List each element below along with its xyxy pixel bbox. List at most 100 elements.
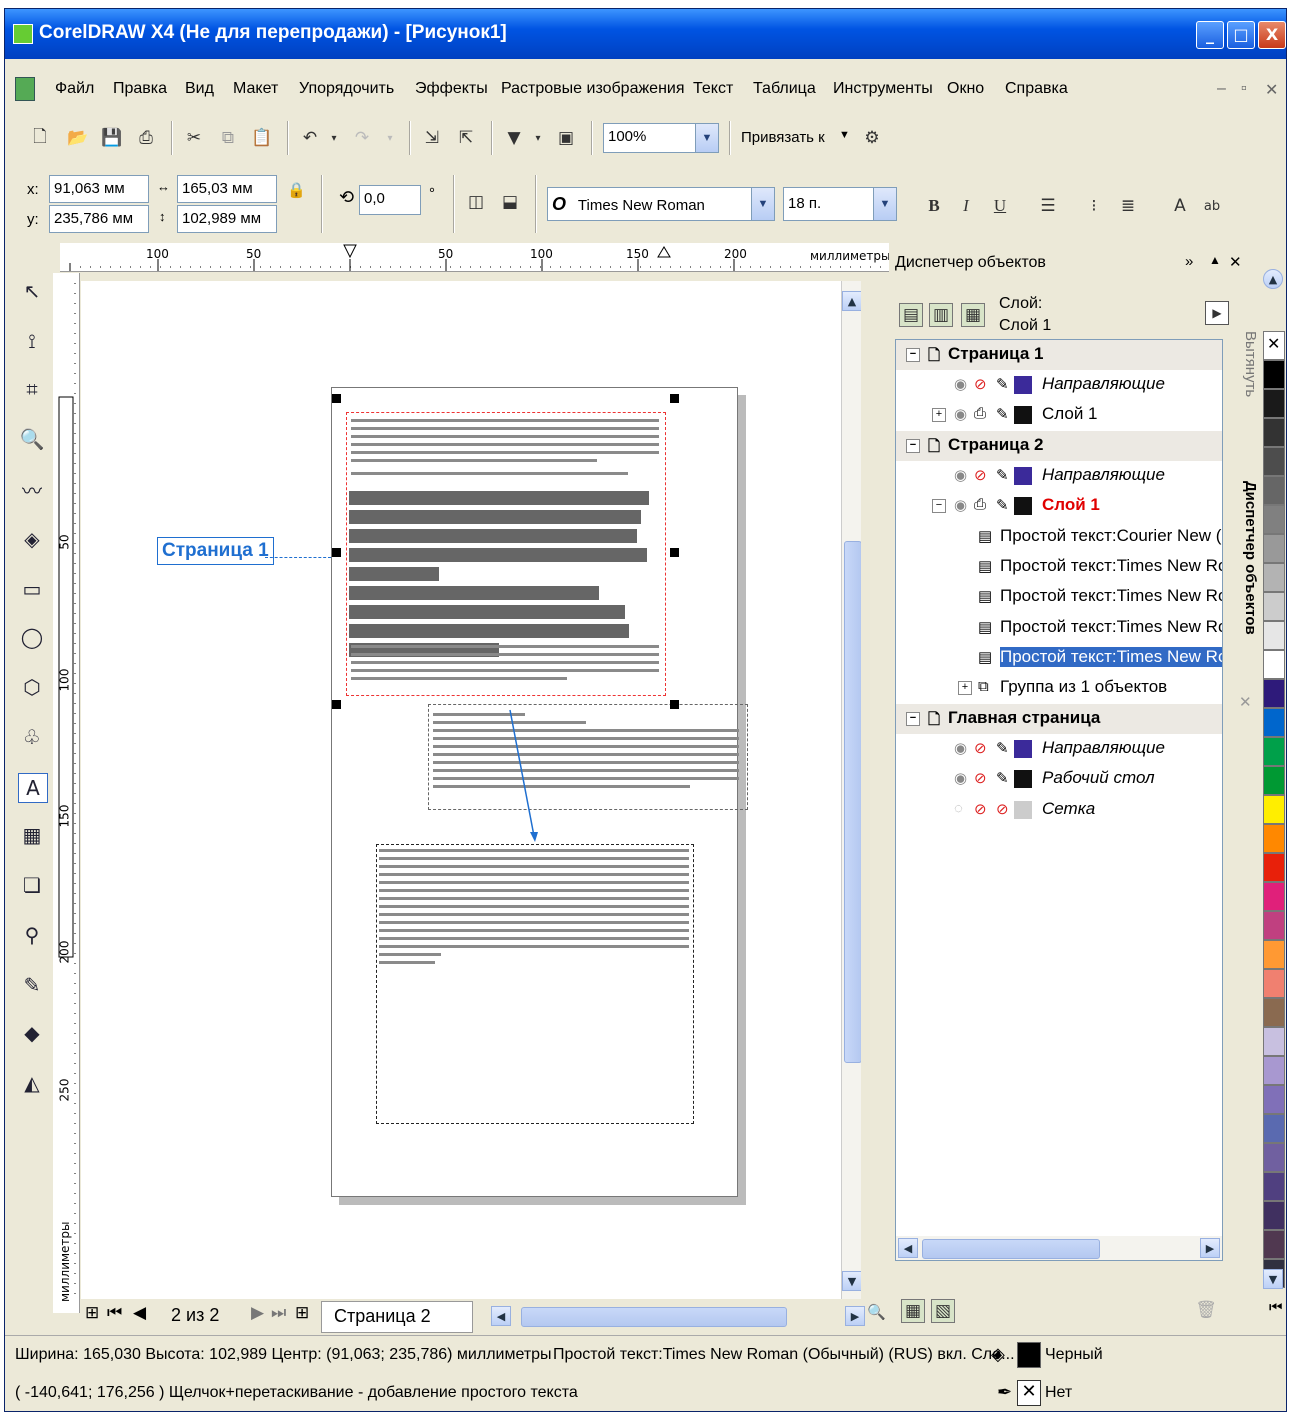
ellipse-tool-icon[interactable]: ◯ <box>18 623 46 651</box>
font-family-select[interactable]: O Times New Roman ▼ <box>547 187 775 221</box>
height-input[interactable]: 102,989 мм <box>177 205 277 233</box>
lock-ratio-icon[interactable]: 🔒 <box>287 181 306 199</box>
add-page-after-icon[interactable]: ⊞ <box>295 1303 309 1323</box>
menu-arrange[interactable]: Упорядочить <box>299 80 394 98</box>
font-size-select[interactable]: 18 п. ▼ <box>783 187 897 221</box>
tree-layer-guides-2[interactable]: ◉ ⊘ ✎ Направляющие <box>896 461 1222 491</box>
minimize-button[interactable]: _ <box>1196 21 1224 49</box>
palette-color-swatch[interactable] <box>1263 592 1285 621</box>
eyedropper-icon[interactable]: ⚲ <box>18 921 46 949</box>
printer-icon[interactable]: ⎙ <box>974 405 986 422</box>
menu-help[interactable]: Справка <box>1005 80 1068 98</box>
docker-close-icon[interactable]: ✕ <box>1229 253 1242 271</box>
zoom-select[interactable]: 100% ▼ <box>603 123 719 153</box>
undo-dropdown-icon[interactable]: ▾ <box>323 127 345 149</box>
palette-color-swatch[interactable] <box>1263 447 1285 476</box>
menu-bitmaps[interactable]: Растровые изображения <box>501 80 685 98</box>
paste-icon[interactable]: 📋 <box>251 127 273 149</box>
docker-menu-icon[interactable]: ▶ <box>1205 301 1229 325</box>
eye-icon[interactable]: ◉ <box>954 769 967 787</box>
polygon-tool-icon[interactable]: ⬡ <box>18 673 46 701</box>
printer-icon[interactable]: ⎙ <box>974 496 986 513</box>
interactive-fill-icon[interactable]: ◭ <box>18 1069 46 1097</box>
palette-scroll-down-icon[interactable]: ▼ <box>1263 1269 1283 1289</box>
delete-icon[interactable]: 🗑 <box>1195 1299 1217 1321</box>
expand-icon[interactable]: + <box>958 681 972 695</box>
pick-tool-icon[interactable]: ↖ <box>18 277 46 305</box>
palette-color-swatch[interactable] <box>1263 882 1285 911</box>
scroll-thumb[interactable] <box>844 541 861 1063</box>
palette-color-swatch[interactable] <box>1263 998 1285 1027</box>
no-print-icon[interactable]: ⊘ <box>974 800 987 818</box>
collapse-icon[interactable]: − <box>932 499 946 513</box>
palette-color-swatch[interactable] <box>1263 766 1285 795</box>
docker-expand-icon[interactable]: » <box>1185 253 1193 270</box>
layer-manager-view-icon[interactable]: ▦ <box>961 303 985 327</box>
tree-master-page[interactable]: − 🗋 Главная страница <box>896 704 1222 734</box>
palette-color-swatch[interactable] <box>1263 1114 1285 1143</box>
tree-object[interactable]: ▤ Простой текст:Times New Roman <box>896 613 1222 643</box>
application-launcher-icon[interactable]: ▼ <box>503 127 525 149</box>
chevron-down-icon[interactable]: ▼ <box>695 124 718 152</box>
menu-table[interactable]: Таблица <box>753 80 816 98</box>
menu-window[interactable]: Окно <box>947 80 984 98</box>
tree-object[interactable]: ▤ Простой текст:Courier New (Обы <box>896 522 1222 552</box>
palette-color-swatch[interactable] <box>1263 1056 1285 1085</box>
palette-color-swatch[interactable] <box>1263 621 1285 650</box>
vertical-scrollbar[interactable]: ▲ ▼ <box>841 281 861 1299</box>
close-button[interactable]: X <box>1258 21 1286 49</box>
menu-edit[interactable]: Правка <box>113 80 167 98</box>
fill-tool-icon[interactable]: ◆ <box>18 1019 46 1047</box>
smart-fill-icon[interactable]: ◈ <box>18 525 46 553</box>
edit-across-layers-icon[interactable]: ▥ <box>929 303 953 327</box>
first-page-icon[interactable]: ⏮ <box>107 1303 122 1323</box>
bold-icon[interactable]: B <box>923 195 945 217</box>
eye-off-icon[interactable]: ◌ <box>954 800 963 817</box>
menu-effects[interactable]: Эффекты <box>415 80 488 98</box>
crop-tool-icon[interactable]: ⌗ <box>18 375 46 403</box>
undo-icon[interactable]: ↶ <box>299 127 321 149</box>
palette-color-swatch[interactable] <box>1263 360 1285 389</box>
snap-to-label[interactable]: Привязать к <box>741 129 825 146</box>
page[interactable] <box>331 387 748 1197</box>
tree-layer-1-p2-active[interactable]: − ◉ ⎙ ✎ Слой 1 <box>896 491 1222 521</box>
palette-scroll-up-icon[interactable]: ▲ <box>1263 269 1283 289</box>
scroll-down-icon[interactable]: ▼ <box>842 1271 861 1291</box>
chevron-down-icon[interactable]: ▼ <box>751 188 774 220</box>
palette-color-swatch[interactable] <box>1263 708 1285 737</box>
freehand-tool-icon[interactable]: 〰 <box>18 475 46 503</box>
menu-view[interactable]: Вид <box>185 80 214 98</box>
maximize-button[interactable]: □ <box>1227 21 1255 49</box>
interactive-blend-icon[interactable]: ❏ <box>18 871 46 899</box>
pencil-icon[interactable]: ✎ <box>996 739 1009 757</box>
eye-icon[interactable]: ◉ <box>954 405 967 423</box>
palette-color-swatch[interactable] <box>1263 940 1285 969</box>
width-input[interactable]: 165,03 мм <box>177 175 277 203</box>
scroll-left-icon[interactable]: ◀ <box>491 1306 511 1326</box>
next-page-icon[interactable]: ▶ <box>251 1303 264 1323</box>
scroll-right-icon[interactable]: ▶ <box>1200 1238 1220 1258</box>
tree-grid[interactable]: ◌ ⊘ ⊘ Сетка <box>896 795 1222 825</box>
shape-tool-icon[interactable]: ⟟ <box>18 327 46 355</box>
tree-master-guides[interactable]: ◉ ⊘ ✎ Направляющие <box>896 734 1222 764</box>
zoom-tool-icon[interactable]: 🔍 <box>18 425 46 453</box>
menu-layout[interactable]: Макет <box>233 80 278 98</box>
underline-icon[interactable]: U <box>989 195 1011 217</box>
eye-icon[interactable]: ◉ <box>954 466 967 484</box>
tab-close-icon[interactable]: ✕ <box>1239 693 1252 711</box>
text-frame-main[interactable] <box>346 412 666 696</box>
tree-h-scrollbar[interactable]: ◀ ▶ <box>896 1236 1222 1260</box>
selection-handle[interactable] <box>332 394 341 403</box>
pencil-icon[interactable]: ✎ <box>996 769 1009 787</box>
palette-color-swatch[interactable] <box>1263 1230 1285 1259</box>
docker-collapse-icon[interactable]: ▲ <box>1209 253 1221 267</box>
doc-restore-icon[interactable]: ▫ <box>1241 80 1247 98</box>
scroll-up-icon[interactable]: ▲ <box>842 291 861 311</box>
doc-minimize-icon[interactable]: – <box>1217 80 1226 98</box>
tree-layer-guides-1[interactable]: ◉ ⊘ ✎ Направляющие <box>896 370 1222 400</box>
edit-text-icon[interactable]: ab <box>1201 195 1223 217</box>
scroll-right-icon[interactable]: ▶ <box>845 1306 865 1326</box>
selection-handle[interactable] <box>670 394 679 403</box>
redo-icon[interactable]: ↷ <box>351 127 373 149</box>
snap-dropdown-icon[interactable]: ▼ <box>839 129 850 141</box>
